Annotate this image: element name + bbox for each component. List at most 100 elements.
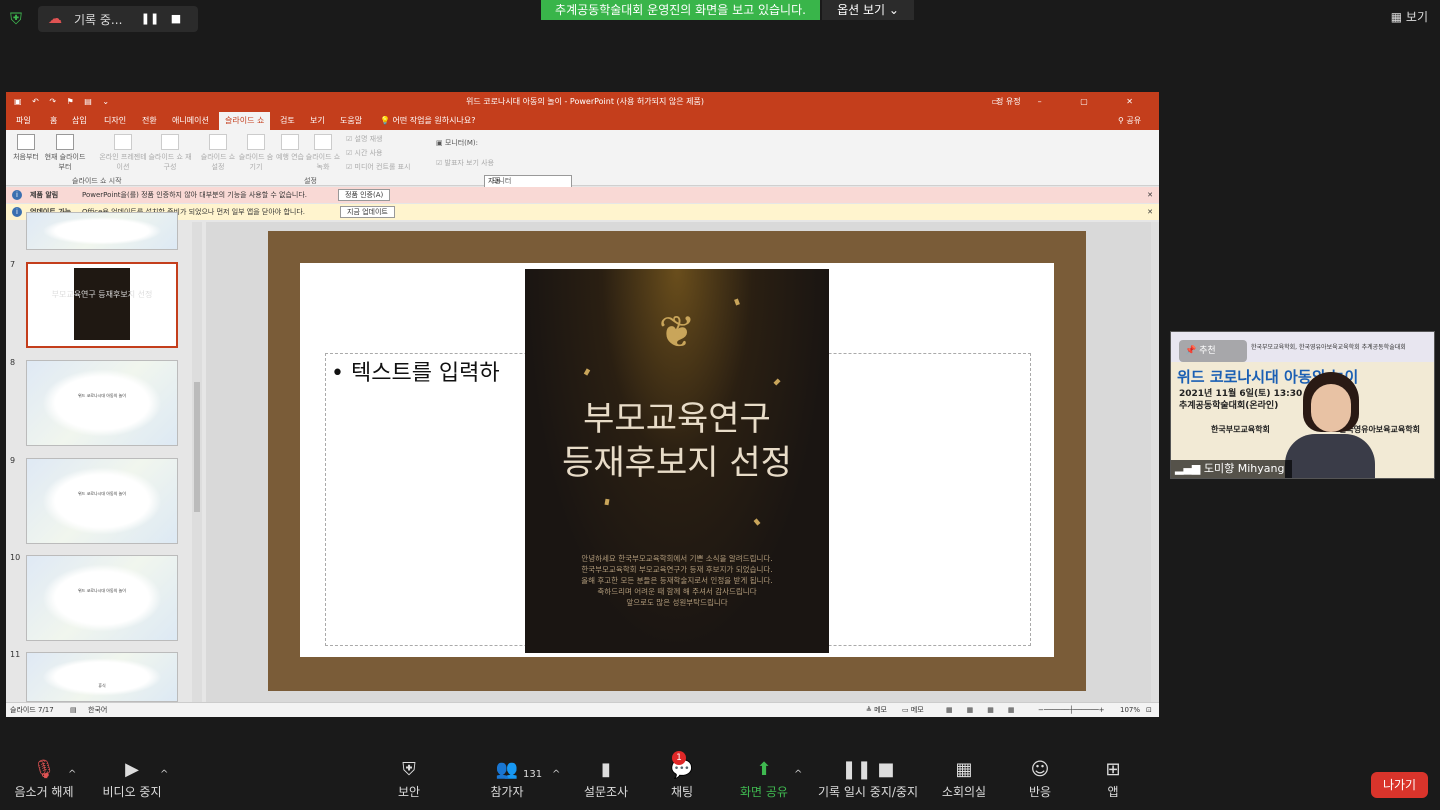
- slide-thumbnail-7[interactable]: 부모교육연구 등재후보지 선정: [26, 262, 178, 348]
- record-control-button[interactable]: ❚❚ ■ 기록 일시 중지/중지: [816, 755, 920, 799]
- tab-slideshow[interactable]: 슬라이드 쇼: [219, 112, 271, 130]
- apps-button[interactable]: ⊞ 앱: [1098, 755, 1128, 799]
- chat-badge: 1: [672, 751, 686, 765]
- view-buttons[interactable]: ▦▦▦▦: [946, 703, 1028, 717]
- tell-me-box[interactable]: 💡 어떤 작업을 원하시나요?: [380, 112, 475, 130]
- comments-button[interactable]: ▭ 메모: [902, 703, 924, 717]
- view-options-button[interactable]: 옵션 보기 ⌄: [822, 0, 914, 20]
- fit-icon[interactable]: ⊡: [1146, 703, 1152, 717]
- chk-timing-label: 시간 사용: [354, 149, 383, 157]
- video-camera-icon: ▶: [125, 759, 139, 780]
- bullet-text[interactable]: • 텍스트를 입력하: [331, 355, 500, 387]
- chk-media[interactable]: ☑ 미디어 컨트롤 표시: [346, 162, 411, 172]
- slide-counter: 슬라이드 7/17: [10, 706, 54, 714]
- online-presentation-button[interactable]: 온라인 프레젠테이션: [98, 134, 148, 172]
- view-button-label: 보기: [1405, 10, 1428, 24]
- participant-name: ▂▄▆ 도미향 Mihyang: [1171, 460, 1293, 478]
- poster-line: 축하드리며 어려운 때 함께 해 주셔서 감사드립니다: [597, 587, 757, 596]
- zoom-level[interactable]: 107%: [1120, 703, 1140, 717]
- thumb-decoration: [42, 657, 162, 697]
- thumb-decoration: [42, 564, 162, 632]
- pin-badge: 📌 추천: [1179, 340, 1247, 362]
- share-screen-button[interactable]: ⬆ 화면 공유: [736, 755, 792, 799]
- grid-icon: ▦: [1390, 10, 1406, 24]
- quick-access-toolbar[interactable]: ▣ ↶ ↷ ⚑ ▤ ⌄: [14, 92, 113, 112]
- poster-body: 안녕하세요 한국부모교육학회에서 기쁜 소식을 알려드립니다. 한국부모교육학회…: [535, 553, 819, 608]
- thumbnail-scrollbar[interactable]: [192, 222, 202, 702]
- poster-image[interactable]: ❦ 부모교육연구 등재후보지 선정 안녕하세요 한국부모교육학회에서 기쁜 소식…: [525, 269, 829, 653]
- notes-button[interactable]: ≜ 메모: [866, 703, 887, 717]
- slide-thumbnail-6[interactable]: [26, 212, 178, 250]
- hide-slide-button[interactable]: 슬라이드 숨기기: [238, 134, 274, 172]
- close-icon[interactable]: ✕: [1147, 187, 1153, 203]
- confetti: [773, 378, 781, 386]
- info-icon: i: [12, 190, 22, 200]
- zoom-slider[interactable]: −──────┼──────+: [1038, 703, 1105, 717]
- rehearse-button[interactable]: 예행 연습: [276, 134, 304, 162]
- setup-icon: [209, 134, 227, 150]
- slide-number: 8: [10, 358, 16, 367]
- from-current-button[interactable]: 현재 슬라이드부터: [44, 134, 86, 172]
- polls-button[interactable]: ▮ 설문조사: [580, 755, 632, 799]
- scroll-thumb[interactable]: [194, 382, 200, 512]
- tab-view[interactable]: 보기: [310, 112, 325, 130]
- stop-video-button[interactable]: ▶ 비디오 중지: [98, 755, 166, 799]
- slide-number: 11: [10, 650, 21, 659]
- shield-icon: ⛨: [402, 759, 416, 780]
- shield-icon[interactable]: ⛨: [10, 10, 26, 28]
- thumb-text: 휴식: [98, 683, 106, 688]
- group-label-setup: 설정: [304, 177, 317, 185]
- slide-number: 9: [10, 456, 16, 465]
- chk-presenter-view[interactable]: ☑ 발표자 보기 사용: [436, 158, 494, 168]
- tab-file[interactable]: 파일: [16, 112, 31, 130]
- activate-button[interactable]: 정품 인증(A): [338, 189, 391, 201]
- chat-button[interactable]: 💬 1 채팅: [660, 751, 704, 799]
- slide-thumbnail-9[interactable]: 위드 코로나시대 아동의 놀이: [26, 458, 178, 544]
- share-button[interactable]: ⚲ 공유: [1118, 112, 1141, 130]
- security-button[interactable]: ⛨ 보안: [386, 755, 432, 799]
- tab-insert[interactable]: 삽입: [72, 112, 87, 130]
- chk-narration[interactable]: ☑ 설명 재생: [346, 134, 383, 144]
- language[interactable]: 한국어: [88, 703, 107, 717]
- slide-thumbnail-8[interactable]: 위드 코로나시대 아동의 놀이: [26, 360, 178, 446]
- setup-show-button[interactable]: 슬라이드 쇼 설정: [198, 134, 238, 172]
- tab-home[interactable]: 홈: [50, 112, 57, 130]
- tab-animations[interactable]: 애니메이션: [172, 112, 209, 130]
- custom-show-button[interactable]: 슬라이드 쇼 재구성: [148, 134, 192, 172]
- chk-timing[interactable]: ☑ 시간 사용: [346, 148, 383, 158]
- group-label-monitor: 모니터: [492, 177, 512, 185]
- reactions-button[interactable]: ☺ 반응: [1022, 755, 1058, 799]
- window-controls[interactable]: ▭ – ▢ ✕: [992, 92, 1151, 112]
- breakout-rooms-button[interactable]: ▦ 소회의실: [938, 755, 990, 799]
- stop-recording-button[interactable]: ■: [166, 9, 186, 29]
- tab-review[interactable]: 검토: [280, 112, 295, 130]
- update-now-button[interactable]: 지금 업데이트: [340, 206, 395, 218]
- tab-help[interactable]: 도움말: [340, 112, 362, 130]
- poster-line: 앞으로도 많은 성원부탁드립니다: [626, 598, 728, 607]
- spellcheck-icon[interactable]: ▤: [70, 703, 77, 717]
- record-show-button[interactable]: 슬라이드 쇼 녹화: [304, 134, 342, 172]
- slide-thumbnail-11[interactable]: 휴식: [26, 652, 178, 702]
- pause-recording-button[interactable]: ❚❚: [140, 9, 160, 29]
- share-options-caret[interactable]: ^: [794, 769, 802, 780]
- participant-video-tile[interactable]: 한국부모교육학회, 한국영유아보육교육학회 추계공동학술대회 위드 코로나시대 …: [1170, 331, 1435, 479]
- audio-options-caret[interactable]: ^: [68, 769, 76, 780]
- thumb-text: 위드 코로나시대 아동의 놀이: [78, 392, 126, 398]
- leave-button[interactable]: 나가기: [1371, 772, 1428, 798]
- slide-scrollbar[interactable]: [1151, 222, 1159, 702]
- ribbon: 처음부터 현재 슬라이드부터 온라인 프레젠테이션 슬라이드 쇼 재구성 슬라이…: [6, 130, 1159, 188]
- participants-options-caret[interactable]: ^: [552, 769, 560, 780]
- share-screen-icon: ⬆: [756, 759, 772, 780]
- confetti: [583, 368, 591, 376]
- thumb-text: 위드 코로나시대 아동의 놀이: [78, 490, 126, 496]
- from-beginning-button[interactable]: 처음부터: [10, 134, 42, 162]
- slide-thumbnail-10[interactable]: 위드 코로나시대 아동의 놀이: [26, 555, 178, 641]
- view-button[interactable]: ▦ 보기: [1391, 8, 1428, 25]
- tab-design[interactable]: 디자인: [104, 112, 126, 130]
- video-org-1: 한국부모교육학회: [1211, 425, 1270, 434]
- share-screen-label: 화면 공유: [740, 785, 788, 799]
- tab-transitions[interactable]: 전환: [142, 112, 157, 130]
- close-icon[interactable]: ✕: [1147, 204, 1153, 220]
- video-options-caret[interactable]: ^: [160, 769, 168, 780]
- slide-number: 10: [10, 553, 21, 562]
